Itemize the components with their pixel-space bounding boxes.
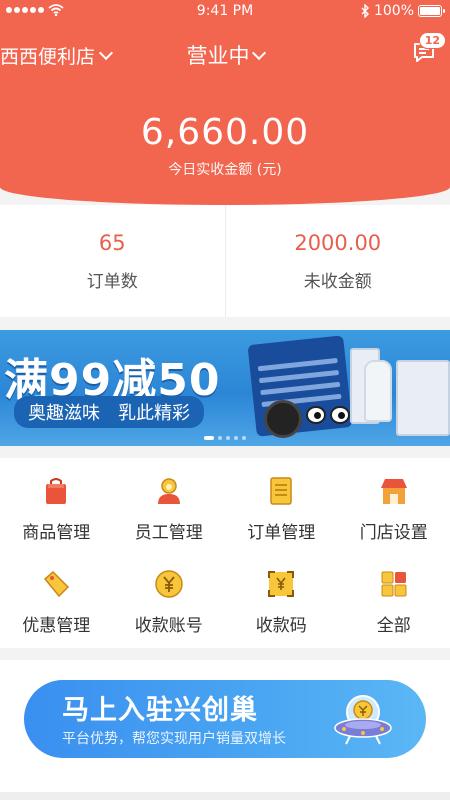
grid-item-all[interactable]: 全部 [338, 551, 450, 644]
stats-panel: 65 订单数 2000.00 未收金额 [0, 205, 450, 317]
chevron-down-icon [98, 45, 114, 61]
messages-button[interactable]: 12 [412, 32, 446, 64]
tag-icon [44, 570, 70, 598]
bottom-divider [0, 792, 450, 800]
business-status-selector[interactable]: 营业中 [165, 40, 285, 70]
grid-label: 全部 [376, 616, 411, 636]
grid-label: 门店设置 [359, 523, 428, 543]
staff-icon [157, 478, 180, 504]
cartoon-eye-left [306, 406, 326, 424]
milk-bottle-image [364, 360, 392, 422]
grid-item-store-settings[interactable]: 门店设置 [338, 458, 450, 551]
milk-box-image [396, 360, 450, 436]
promo-section: 马上入驻兴创巢 平台优势，帮您实现用户销量双增长 [0, 660, 450, 800]
grid-item-discount-management[interactable]: 优惠管理 [0, 551, 113, 644]
message-count-badge: 12 [418, 32, 446, 49]
revenue-label: 今日实收金额 (元) [168, 162, 282, 178]
join-promo-banner[interactable]: 马上入驻兴创巢 平台优势，帮您实现用户销量双增长 [24, 680, 426, 758]
bag-icon [46, 478, 67, 504]
promo-subtitle: 平台优势，帮您实现用户销量双增长 [62, 731, 286, 747]
status-bar: 9:41 PM 100% [0, 0, 450, 24]
promo-banner[interactable]: 满99减50 奥趣滋味 乳此精彩 [0, 330, 450, 446]
grid-label: 员工管理 [134, 523, 203, 543]
promo-title: 马上入驻兴创巢 [62, 695, 258, 726]
banner-subtitle: 奥趣滋味 乳此精彩 [14, 396, 204, 428]
bluetooth-icon [361, 4, 369, 18]
grid-item-product-management[interactable]: 商品管理 [0, 458, 113, 551]
chevron-down-icon [251, 45, 266, 60]
grid-label: 收款账号 [134, 616, 203, 636]
revenue-amount: 6,660.00 [140, 112, 310, 153]
business-status: 营业中 [186, 44, 250, 68]
grid-label: 订单管理 [247, 523, 316, 543]
grid-label: 优惠管理 [22, 616, 91, 636]
document-icon [270, 477, 292, 505]
function-grid: 商品管理 员工管理 订单管理 门店设置 优惠管理 收款账号 收款码 全部 [0, 458, 450, 648]
stat-value: 2000.00 [294, 231, 382, 255]
cartoon-eye-right [330, 406, 350, 424]
yuan-coin-icon [155, 570, 183, 598]
status-right: 100% [361, 3, 445, 19]
ufo-icon [334, 695, 392, 745]
grid-label: 商品管理 [22, 523, 91, 543]
grid-item-staff-management[interactable]: 员工管理 [113, 458, 226, 551]
battery-percent: 100% [373, 3, 414, 19]
revenue-summary: 6,660.00 今日实收金额 (元) [0, 112, 450, 179]
grid-item-order-management[interactable]: 订单管理 [225, 458, 338, 551]
store-selector[interactable]: 西西便利店 [0, 42, 114, 69]
stat-value: 65 [98, 231, 126, 255]
grid-icon [381, 571, 407, 597]
store-name: 西西便利店 [0, 46, 96, 68]
grid-label: 收款码 [255, 616, 307, 636]
cookie-image [264, 400, 302, 438]
stat-label: 未收金额 [303, 272, 372, 292]
qr-yuan-icon [268, 571, 295, 597]
grid-item-payment-code[interactable]: 收款码 [225, 551, 338, 644]
battery-icon [418, 5, 445, 17]
store-dashboard: 9:41 PM 100% 西西便利店 营业中 12 6,660.00 今日实收金… [0, 0, 450, 800]
store-icon [380, 479, 407, 504]
header: 9:41 PM 100% 西西便利店 营业中 12 6,660.00 今日实收金… [0, 0, 450, 205]
stat-label: 订单数 [86, 272, 138, 292]
stat-unpaid-amount[interactable]: 2000.00 未收金额 [224, 205, 450, 317]
stat-order-count[interactable]: 65 订单数 [0, 205, 225, 317]
grid-item-payment-account[interactable]: 收款账号 [113, 551, 226, 644]
carousel-dots[interactable] [0, 436, 450, 440]
top-nav: 西西便利店 营业中 12 [0, 32, 450, 72]
